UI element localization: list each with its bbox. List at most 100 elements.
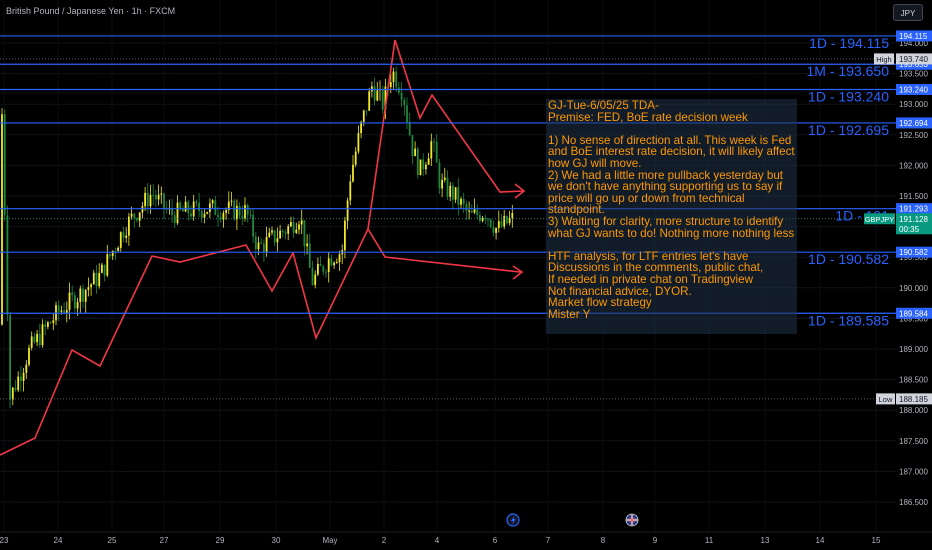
- candle-body: [195, 201, 198, 203]
- candle-body: [106, 254, 109, 276]
- candle-body: [381, 89, 384, 110]
- candle-body: [476, 209, 479, 216]
- candle-body: [260, 242, 263, 244]
- currency-button[interactable]: JPY: [893, 4, 923, 21]
- candle-body: [33, 336, 36, 343]
- candle-body: [84, 289, 87, 302]
- price-tick-label: 188.500: [899, 376, 928, 385]
- candle-body: [346, 200, 349, 221]
- candle-body: [101, 264, 103, 273]
- candle-body: [263, 243, 265, 252]
- candle-body: [468, 210, 470, 212]
- candle-body: [292, 222, 295, 233]
- candle-body: [362, 110, 365, 122]
- candle-body: [411, 135, 414, 157]
- candle-body: [211, 200, 214, 204]
- candle-body: [57, 305, 60, 312]
- candle-body: [38, 333, 41, 346]
- candle-body: [449, 185, 452, 197]
- symbol-title[interactable]: British Pound / Japanese Yen · 1h · FXCM: [6, 6, 175, 16]
- candle-body: [146, 192, 149, 207]
- candle-body: [76, 302, 79, 309]
- candle-body: [1, 114, 3, 325]
- candle-body: [36, 333, 38, 343]
- candle-body: [214, 200, 217, 215]
- time-tick-label: 30: [272, 536, 281, 545]
- candle-body: [203, 213, 206, 218]
- candle-body: [414, 148, 416, 157]
- candle-body: [338, 254, 341, 263]
- candle-body: [128, 216, 130, 236]
- low-price-text: 188.185: [899, 395, 928, 404]
- current-price: 191.128: [899, 215, 928, 224]
- candle-body: [6, 215, 9, 315]
- candle-body: [511, 212, 514, 219]
- candle-body: [149, 194, 152, 207]
- candle-body: [136, 218, 138, 221]
- candle-body: [68, 292, 71, 310]
- price-tick-label: 187.500: [899, 437, 928, 446]
- candle-body: [435, 142, 438, 163]
- candle-body: [419, 159, 422, 176]
- candle-body: [190, 213, 192, 217]
- candle-body: [87, 287, 90, 290]
- candle-body: [422, 159, 425, 170]
- time-tick-label: 11: [705, 536, 714, 545]
- candle-body: [500, 221, 503, 227]
- candle-body: [28, 347, 30, 365]
- candle-body: [465, 204, 468, 211]
- level-price-tag-text: 191.293: [899, 205, 928, 214]
- candle-body: [122, 232, 125, 238]
- candle-body: [416, 148, 419, 176]
- candle-body: [357, 133, 360, 152]
- candle-body: [20, 376, 22, 381]
- candle-body: [433, 141, 435, 143]
- candle-body: [82, 288, 84, 302]
- level-label: 1D - 190.582: [808, 251, 889, 267]
- candle-body: [303, 220, 306, 247]
- candle-body: [479, 215, 481, 221]
- candle-body: [265, 236, 268, 252]
- candle-body: [225, 209, 227, 213]
- candle-body: [246, 205, 249, 215]
- candle-body: [441, 179, 443, 189]
- candle-body: [219, 217, 222, 220]
- candle-body: [352, 164, 354, 182]
- level-price-tag-text: 193.240: [899, 86, 928, 95]
- time-tick-label: 24: [54, 536, 63, 545]
- level-label: 1M - 193.650: [807, 63, 890, 79]
- candle-body: [503, 215, 506, 227]
- time-tick-label: 25: [108, 536, 117, 545]
- candle-body: [238, 205, 241, 216]
- time-tick-label: 9: [653, 536, 658, 545]
- candle-body: [495, 228, 497, 233]
- candle-body: [311, 267, 314, 286]
- candle-body: [273, 230, 276, 243]
- time-tick-label: 27: [160, 536, 169, 545]
- candle-body: [41, 324, 44, 346]
- lightning-icon[interactable]: [506, 513, 520, 527]
- candle-body: [438, 162, 441, 189]
- candle-body: [92, 272, 95, 285]
- high-price-text: 193.740: [899, 55, 928, 64]
- analysis-note[interactable]: GJ-Tue-6/05/25 TDA- Premise: FED, BoE ra…: [546, 99, 797, 334]
- candle-body: [144, 192, 146, 207]
- time-tick-label: May: [322, 536, 337, 545]
- uk-flag-icon[interactable]: [625, 513, 639, 527]
- candle-body: [22, 372, 25, 381]
- candle-body: [52, 320, 55, 324]
- candle-body: [198, 202, 200, 212]
- candle-body: [90, 284, 92, 288]
- candle-body: [317, 264, 319, 275]
- candle-body: [109, 254, 111, 257]
- candle-body: [327, 258, 330, 273]
- level-label: 1D - 189.585: [808, 312, 889, 328]
- candle-body: [160, 193, 163, 195]
- candle-body: [322, 266, 325, 272]
- candle-body: [325, 271, 327, 273]
- candle-body: [365, 110, 368, 112]
- candle-body: [284, 232, 287, 234]
- time-tick-label: 8: [601, 536, 606, 545]
- price-axis-bg: [896, 0, 932, 532]
- candle-body: [489, 219, 492, 227]
